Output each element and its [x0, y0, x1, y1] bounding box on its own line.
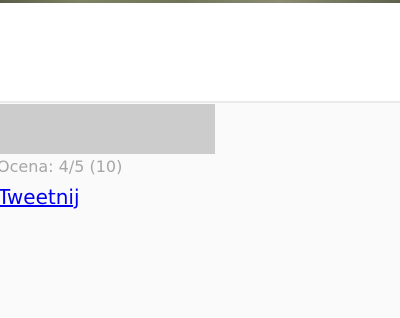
page: Ocena: 4/5 (10) Tweetnij	[0, 0, 400, 318]
rating-text: Ocena: 4/5 (10)	[0, 157, 123, 176]
blank-area	[0, 3, 400, 101]
content-panel: Ocena: 4/5 (10) Tweetnij	[0, 101, 400, 318]
placeholder-block	[0, 104, 215, 154]
tweet-link[interactable]: Tweetnij	[0, 185, 80, 209]
